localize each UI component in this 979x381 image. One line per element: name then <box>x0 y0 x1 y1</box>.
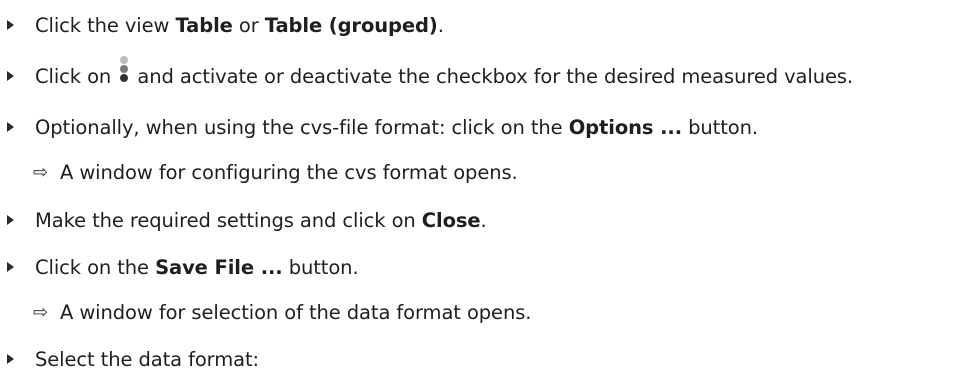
table-view-label: Table <box>175 13 233 37</box>
step-5-text: Click on the Save File ... button. <box>35 255 359 279</box>
step-3-text: Optionally, when using the cvs-file form… <box>35 115 758 139</box>
instruction-list: Click the view Table or Table (grouped).… <box>0 0 979 381</box>
close-button-label: Close <box>421 208 481 232</box>
save-file-button-label: Save File ... <box>155 255 283 279</box>
step-4-text: Make the required settings and click on … <box>35 208 487 232</box>
bullet-icon <box>7 20 14 30</box>
vertical-dots-menu-icon <box>119 55 129 85</box>
result-arrow-icon: ⇨ <box>33 161 48 183</box>
bullet-icon <box>7 262 14 272</box>
table-grouped-view-label: Table (grouped) <box>264 13 438 37</box>
bullet-icon <box>7 71 14 81</box>
result-1-text: A window for configuring the cvs format … <box>60 160 518 184</box>
step-1-text: Click the view Table or Table (grouped). <box>35 13 444 37</box>
step-2-text: Click on and activate or deactivate the … <box>35 55 853 88</box>
step-6-text: Select the data format: <box>35 347 260 371</box>
result-arrow-icon: ⇨ <box>33 301 48 323</box>
bullet-icon <box>7 215 14 225</box>
options-button-label: Options ... <box>568 115 683 139</box>
bullet-icon <box>7 122 14 132</box>
result-2-text: A window for selection of the data forma… <box>60 300 532 324</box>
bullet-icon <box>7 354 14 364</box>
